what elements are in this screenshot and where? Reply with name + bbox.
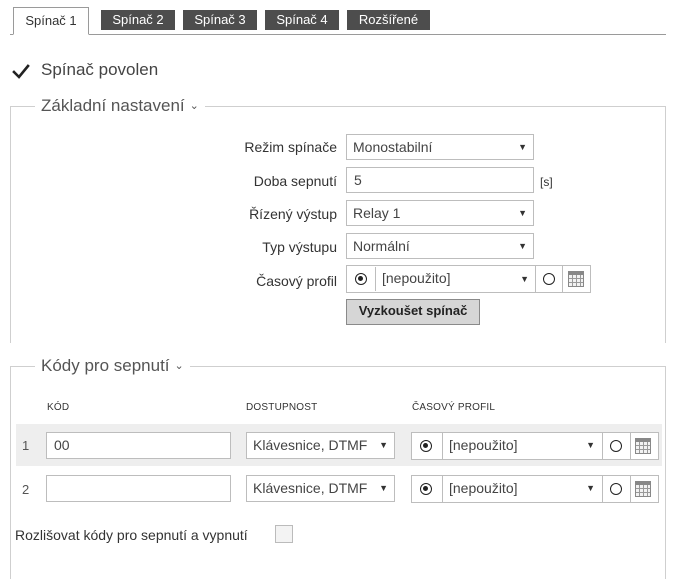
dropdown-arrow-icon: ▼ xyxy=(586,483,595,493)
mode-select[interactable]: Monostabilní ▼ xyxy=(346,134,534,160)
column-header-code: KÓD xyxy=(47,402,70,413)
output-select[interactable]: Relay 1 ▼ xyxy=(346,200,534,226)
divider xyxy=(630,433,631,459)
time-profile-select-value: [nepoužito] xyxy=(382,270,451,286)
row-profile-radio-unselected[interactable] xyxy=(610,440,622,452)
distinguish-codes-checkbox[interactable] xyxy=(275,525,293,543)
basic-settings-section xyxy=(10,106,666,343)
row-profile-radio-unselected[interactable] xyxy=(610,483,622,495)
codes-section xyxy=(10,366,666,579)
row-profile-select[interactable]: [nepoužito] ▼ xyxy=(443,433,601,459)
availability-select-value: Klávesnice, DTMF xyxy=(253,437,368,453)
row-profile-radio-selected[interactable] xyxy=(420,483,432,495)
dropdown-arrow-icon: ▼ xyxy=(518,208,527,218)
row-profile-select-value: [nepoužito] xyxy=(449,480,518,496)
switch-enabled-checkbox[interactable] xyxy=(11,62,31,82)
tab-spinac-4[interactable]: Spínač 4 xyxy=(265,10,339,30)
tab-spinac-3[interactable]: Spínač 3 xyxy=(183,10,257,30)
code-input[interactable] xyxy=(46,475,231,502)
duration-input[interactable]: 5 xyxy=(346,167,534,193)
tab-spinac-2[interactable]: Spínač 2 xyxy=(101,10,175,30)
test-switch-button[interactable]: Vyzkoušet spínač xyxy=(346,299,480,325)
codes-title: Kódy pro sepnutí xyxy=(41,356,170,375)
time-profile-radio-selected[interactable] xyxy=(355,273,367,285)
availability-select[interactable]: Klávesnice, DTMF ▼ xyxy=(246,475,395,502)
output-select-value: Relay 1 xyxy=(353,205,401,221)
column-header-profile: ČASOVÝ PROFIL xyxy=(412,402,496,413)
output-type-label: Typ výstupu xyxy=(262,239,337,255)
basic-settings-legend[interactable]: Základní nastavení ⌄ xyxy=(35,96,205,116)
row-number: 2 xyxy=(22,482,30,497)
divider xyxy=(535,266,536,292)
availability-select[interactable]: Klávesnice, DTMF ▼ xyxy=(246,432,395,459)
calendar-icon[interactable] xyxy=(635,481,651,497)
availability-select-value: Klávesnice, DTMF xyxy=(253,480,368,496)
switch-enabled-label: Spínač povolen xyxy=(41,60,159,79)
checkmark-icon xyxy=(12,64,30,79)
mode-select-value: Monostabilní xyxy=(353,139,433,155)
duration-label: Doba sepnutí xyxy=(253,173,337,189)
divider xyxy=(602,476,603,502)
tab-rozsirene[interactable]: Rozšířené xyxy=(347,10,430,30)
output-label: Řízený výstup xyxy=(249,206,337,222)
dropdown-arrow-icon: ▼ xyxy=(586,440,595,450)
time-profile-select[interactable]: [nepoužito] ▼ xyxy=(375,267,535,291)
divider xyxy=(602,433,603,459)
distinguish-codes-label: Rozlišovat kódy pro sepnutí a vypnutí xyxy=(15,527,248,543)
dropdown-arrow-icon: ▼ xyxy=(520,274,529,284)
row-profile-radio-selected[interactable] xyxy=(420,440,432,452)
tab-bar-line xyxy=(10,34,666,35)
code-input[interactable]: 00 xyxy=(46,432,231,459)
duration-unit: [s] xyxy=(540,175,553,189)
dropdown-arrow-icon: ▼ xyxy=(518,241,527,251)
calendar-icon[interactable] xyxy=(635,438,651,454)
time-profile-radio-unselected[interactable] xyxy=(543,273,555,285)
calendar-icon[interactable] xyxy=(568,271,584,287)
divider xyxy=(630,476,631,502)
dropdown-arrow-icon: ▼ xyxy=(379,440,388,450)
mode-label: Režim spínače xyxy=(244,139,337,155)
time-profile-label: Časový profil xyxy=(256,273,337,289)
chevron-down-icon: ⌄ xyxy=(174,360,184,372)
codes-legend[interactable]: Kódy pro sepnutí ⌄ xyxy=(35,356,190,376)
row-number: 1 xyxy=(22,438,30,453)
basic-settings-title: Základní nastavení xyxy=(41,96,185,115)
tab-spinac-1[interactable]: Spínač 1 xyxy=(13,7,89,35)
output-type-select-value: Normální xyxy=(353,238,410,254)
divider xyxy=(562,266,563,292)
output-type-select[interactable]: Normální ▼ xyxy=(346,233,534,259)
dropdown-arrow-icon: ▼ xyxy=(379,483,388,493)
dropdown-arrow-icon: ▼ xyxy=(518,142,527,152)
row-profile-select[interactable]: [nepoužito] ▼ xyxy=(443,476,601,502)
chevron-down-icon: ⌄ xyxy=(189,100,199,112)
column-header-availability: DOSTUPNOST xyxy=(246,402,318,413)
row-profile-select-value: [nepoužito] xyxy=(449,437,518,453)
